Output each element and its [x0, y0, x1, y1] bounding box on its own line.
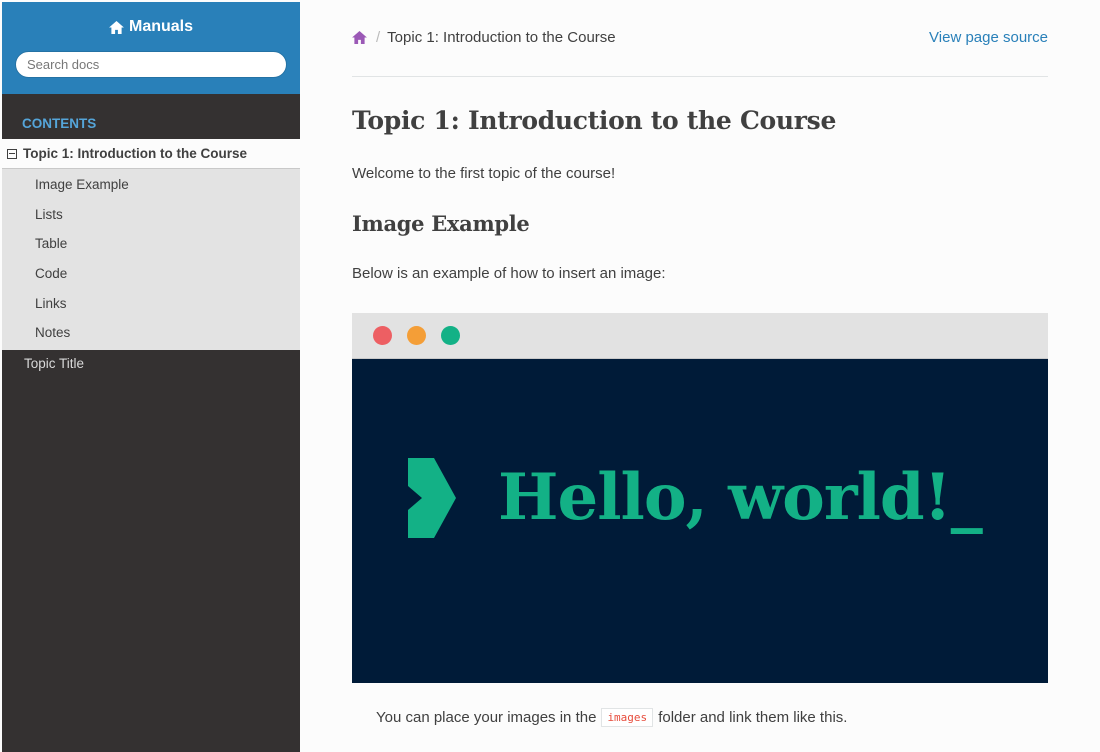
breadcrumb-trail: / Topic 1: Introduction to the Course	[352, 29, 616, 46]
orange-dot-icon	[407, 326, 426, 345]
nav-item-current-label: Topic 1: Introduction to the Course	[23, 146, 247, 161]
sidebar: Manuals CONTENTS Topic 1: Introduction t…	[2, 2, 300, 752]
hello-banner: Hello, world!_	[408, 458, 983, 538]
prompt-chevron-icon	[408, 458, 456, 538]
home-icon	[109, 20, 124, 34]
nav-sub-item[interactable]: Notes	[2, 318, 300, 348]
red-dot-icon	[373, 326, 392, 345]
image-intro-text: Below is an example of how to insert an …	[352, 265, 666, 282]
main-content: / Topic 1: Introduction to the Course Vi…	[352, 0, 1048, 727]
contents-caption: CONTENTS	[22, 116, 97, 131]
nav-sub-item[interactable]: Links	[2, 289, 300, 319]
section-heading: Image Example	[352, 211, 530, 236]
nav-item-topic-title[interactable]: Topic Title	[2, 350, 300, 377]
inline-code: images	[601, 708, 654, 727]
sidebar-header: Manuals	[2, 2, 300, 94]
brand-link[interactable]: Manuals	[2, 2, 300, 37]
example-image: Hello, world!_	[352, 313, 1048, 683]
breadcrumb: / Topic 1: Introduction to the Course Vi…	[352, 3, 1048, 77]
caption-text-before: You can place your images in the	[376, 709, 597, 726]
search-input[interactable]	[15, 51, 287, 78]
image-caption: You can place your images in the images …	[376, 708, 847, 727]
page-title: Topic 1: Introduction to the Course	[352, 106, 837, 135]
window-titlebar	[352, 313, 1048, 359]
nav-item-current[interactable]: Topic 1: Introduction to the Course	[2, 139, 300, 168]
nav-sub-item[interactable]: Code	[2, 259, 300, 289]
nav-sub-item[interactable]: Lists	[2, 200, 300, 230]
view-page-source-link[interactable]: View page source	[929, 29, 1048, 46]
nav-sub-item[interactable]: Image Example	[2, 170, 300, 200]
breadcrumb-separator: /	[376, 29, 381, 46]
home-icon[interactable]	[352, 31, 367, 44]
caption-text-after: folder and link them like this.	[658, 709, 848, 726]
hello-world-text: Hello, world!_	[498, 460, 983, 535]
green-dot-icon	[441, 326, 460, 345]
collapse-icon[interactable]	[7, 148, 17, 159]
nav-sub-item[interactable]: Table	[2, 229, 300, 259]
brand-title: Manuals	[128, 18, 193, 35]
nav-sub-list: Image Example Lists Table Code Links Not…	[2, 168, 300, 351]
breadcrumb-current: Topic 1: Introduction to the Course	[387, 29, 616, 46]
welcome-text: Welcome to the first topic of the course…	[352, 165, 616, 182]
